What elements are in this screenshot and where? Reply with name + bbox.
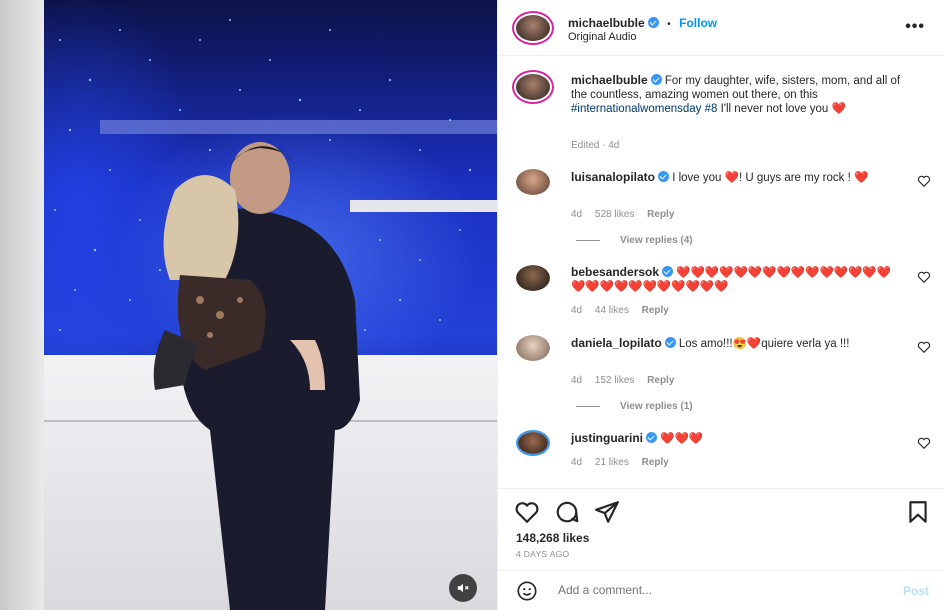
author-avatar[interactable] xyxy=(512,11,554,45)
reply-button[interactable]: Reply xyxy=(642,457,669,468)
comment-age: 4d xyxy=(571,305,583,316)
comment-username[interactable]: daniela_lopilato xyxy=(571,336,662,350)
heart-outline-icon[interactable] xyxy=(917,340,931,354)
comment-item: justinguarini ❤️❤️❤️ 4d 21 likes Reply xyxy=(498,428,944,484)
caption-heart: ❤️ xyxy=(831,103,846,115)
commenter-avatar[interactable] xyxy=(516,265,550,291)
commenter-avatar[interactable] xyxy=(516,430,550,456)
comment-meta: 4d 528 likes Reply xyxy=(571,209,684,220)
view-replies-button[interactable]: View replies (4) xyxy=(576,235,693,246)
paper-plane-icon[interactable] xyxy=(594,499,620,525)
post-side-panel: michaelbuble • Follow Original Audio •••… xyxy=(497,0,944,610)
post-button[interactable]: Post xyxy=(903,584,929,598)
caption-meta: Edited · 4d xyxy=(571,140,620,151)
comment-text: daniela_lopilato Los amo!!!😍❤️quiere ver… xyxy=(571,336,901,351)
add-comment-input[interactable] xyxy=(558,583,858,597)
speaker-muted-icon xyxy=(457,583,469,593)
post-header: michaelbuble • Follow Original Audio ••• xyxy=(498,0,944,56)
verified-badge-icon xyxy=(646,432,657,443)
separator-dot: • xyxy=(667,19,671,30)
comment-likes[interactable]: 21 likes xyxy=(595,457,629,468)
post-date: 4 DAYS AGO xyxy=(516,549,570,559)
replies-dash xyxy=(576,406,600,407)
heart-outline-icon[interactable] xyxy=(917,436,931,450)
caption-body-end: I'll never not love you xyxy=(717,103,832,115)
smiley-icon[interactable] xyxy=(516,580,538,602)
comment-meta: 4d 152 likes Reply xyxy=(571,375,684,386)
heart-outline-icon[interactable] xyxy=(514,499,540,525)
reply-button[interactable]: Reply xyxy=(647,209,674,220)
comment-bubble-icon[interactable] xyxy=(554,499,580,525)
comment-text: luisanalopilato I love you ❤️! U guys ar… xyxy=(571,170,901,185)
audio-label[interactable]: Original Audio xyxy=(568,31,637,43)
replies-dash xyxy=(576,240,600,241)
more-options-icon[interactable]: ••• xyxy=(905,18,925,36)
caption-text: michaelbuble For my daughter, wife, sist… xyxy=(571,73,911,116)
bookmark-icon[interactable] xyxy=(905,499,931,525)
comment-username[interactable]: bebesandersok xyxy=(571,265,659,279)
comment-item: daniela_lopilato Los amo!!!😍❤️quiere ver… xyxy=(498,332,944,424)
mute-button[interactable] xyxy=(449,574,477,602)
comment-item: bebesandersok ❤️❤️❤️❤️❤️❤️❤️❤️❤️❤️❤️❤️❤️… xyxy=(498,262,944,328)
comment-meta: 4d 44 likes Reply xyxy=(571,305,679,316)
caption-hashtags[interactable]: #internationalwomensday #8 xyxy=(571,103,717,115)
comment-username[interactable]: justinguarini xyxy=(571,431,643,445)
post-actions: 148,268 likes 4 DAYS AGO xyxy=(498,488,944,570)
post-video[interactable] xyxy=(0,0,497,610)
comment-body: I love you ❤️! U guys are my rock ! ❤️ xyxy=(672,172,869,184)
comment-meta: 4d 21 likes Reply xyxy=(571,457,679,468)
comment-username[interactable]: luisanalopilato xyxy=(571,170,655,184)
comment-text: bebesandersok ❤️❤️❤️❤️❤️❤️❤️❤️❤️❤️❤️❤️❤️… xyxy=(571,265,901,294)
author-username[interactable]: michaelbuble xyxy=(568,16,645,30)
comment-body: Los amo!!!😍❤️quiere verla ya !!! xyxy=(678,338,850,350)
caption: michaelbuble For my daughter, wife, sist… xyxy=(498,66,944,156)
comment-likes[interactable]: 528 likes xyxy=(595,209,634,220)
comment-age: 4d xyxy=(571,457,583,468)
follow-button[interactable]: Follow xyxy=(679,16,717,30)
comment-likes[interactable]: 44 likes xyxy=(595,305,629,316)
verified-badge-icon xyxy=(658,171,670,182)
add-comment-bar: Post xyxy=(498,570,944,610)
heart-outline-icon[interactable] xyxy=(917,270,931,284)
view-replies-label: View replies (4) xyxy=(620,235,693,246)
verified-badge-icon xyxy=(664,337,676,348)
comment-age: 4d xyxy=(571,375,583,386)
commenter-avatar[interactable] xyxy=(516,335,550,361)
verified-badge-icon xyxy=(647,17,659,28)
people-hugging xyxy=(153,142,360,610)
caption-avatar[interactable] xyxy=(512,70,554,104)
view-replies-label: View replies (1) xyxy=(620,401,693,412)
heart-outline-icon[interactable] xyxy=(917,174,931,188)
verified-badge-icon xyxy=(650,74,662,85)
comment-age: 4d xyxy=(571,209,583,220)
likes-count[interactable]: 148,268 likes xyxy=(516,531,589,545)
verified-badge-icon xyxy=(662,266,674,277)
comment-text: justinguarini ❤️❤️❤️ xyxy=(571,431,901,446)
caption-username[interactable]: michaelbuble xyxy=(571,73,648,87)
comment-body: ❤️❤️❤️ xyxy=(660,433,704,445)
comment-likes[interactable]: 152 likes xyxy=(595,375,634,386)
comment-item: luisanalopilato I love you ❤️! U guys ar… xyxy=(498,166,944,258)
commenter-avatar[interactable] xyxy=(516,169,550,195)
reply-button[interactable]: Reply xyxy=(642,305,669,316)
reply-button[interactable]: Reply xyxy=(647,375,674,386)
view-replies-button[interactable]: View replies (1) xyxy=(576,401,693,412)
